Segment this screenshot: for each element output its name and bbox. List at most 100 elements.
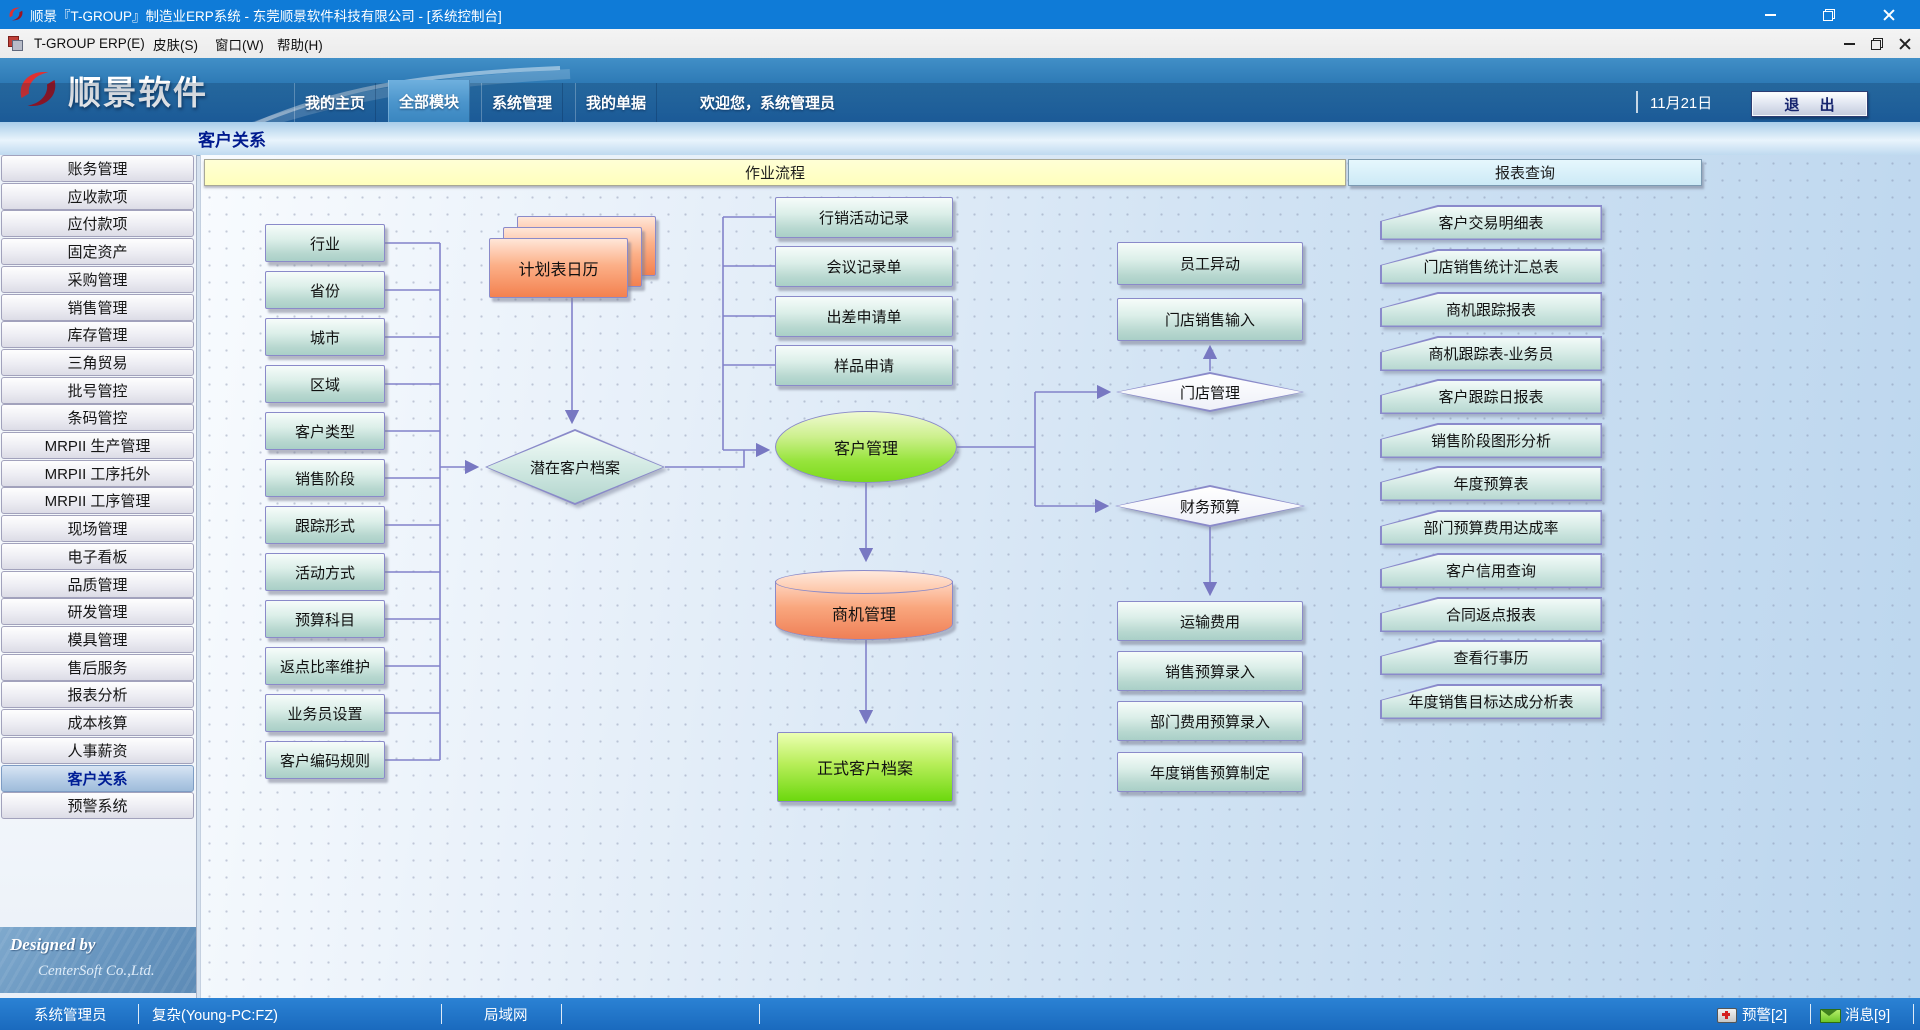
flow-node-store[interactable]: 门店销售输入 [1117,298,1303,341]
window-titlebar: 顺景『T-GROUP』制造业ERP系统 - 东莞顺景软件科技有限公司 - [系统… [0,0,1920,29]
flow-node-customer-management[interactable]: 客户管理 [775,411,957,483]
flow-node-config[interactable]: 客户编码规则 [265,741,385,779]
flow-node-activity[interactable]: 会议记录单 [775,246,953,287]
tab-my-documents[interactable]: 我的单据 [575,83,657,122]
report-item-label: 年度销售目标达成分析表 [1382,686,1601,718]
status-divider [441,1004,442,1024]
menu-help[interactable]: 帮助(H) [273,29,327,58]
flow-node-config[interactable]: 客户类型 [265,412,385,450]
flow-node-formal-customer[interactable]: 正式客户档案 [777,732,953,802]
flow-node-config[interactable]: 活动方式 [265,553,385,591]
exit-button[interactable]: 退 出 [1751,91,1868,117]
sidebar-item-2[interactable]: 应收款项 [1,183,194,210]
flow-node-config[interactable]: 行业 [265,224,385,262]
report-item-label: 客户跟踪日报表 [1382,381,1601,413]
sidebar-item-6[interactable]: 销售管理 [1,294,194,321]
status-divider [1810,1004,1811,1024]
module-title: 客户关系 [198,122,266,155]
menu-window[interactable]: 窗口(W) [211,29,268,58]
report-item-2[interactable]: 门店销售统计汇总表 [1380,249,1602,284]
tab-all-modules[interactable]: 全部模块 [388,80,470,122]
report-item-3[interactable]: 商机跟踪报表 [1380,292,1602,327]
module-subheader: 客户关系 [0,122,1920,156]
flow-node-opportunity[interactable]: 商机管理 [775,570,953,640]
report-item-label: 年度预算表 [1382,468,1601,500]
report-item-1[interactable]: 客户交易明细表 [1380,205,1602,240]
flow-node-config[interactable]: 销售阶段 [265,459,385,497]
sidebar-item-20[interactable]: 报表分析 [1,681,194,708]
report-item-label: 销售阶段图形分析 [1382,425,1601,457]
flow-node-config[interactable]: 城市 [265,318,385,356]
sidebar-item-13[interactable]: MRPII 工序管理 [1,487,194,514]
flow-node-store[interactable]: 员工异动 [1117,242,1303,285]
flow-node-config[interactable]: 业务员设置 [265,694,385,732]
sidebar-item-23[interactable]: 客户关系 [1,765,194,792]
sidebar-item-14[interactable]: 现场管理 [1,515,194,542]
flow-node-config[interactable]: 返点比率维护 [265,647,385,685]
flow-node-activity[interactable]: 出差申请单 [775,296,953,337]
flow-node-finance-budget-label: 财务预算 [1117,487,1303,525]
mdi-restore-button[interactable] [1864,32,1890,55]
report-item-6[interactable]: 销售阶段图形分析 [1380,423,1602,458]
report-item-8[interactable]: 部门预算费用达成率 [1380,510,1602,545]
flow-node-budget[interactable]: 年度销售预算制定 [1117,752,1303,792]
sidebar-item-12[interactable]: MRPII 工序托外 [1,460,194,487]
sidebar-item-22[interactable]: 人事薪资 [1,737,194,764]
window-restore-button[interactable] [1806,0,1852,29]
sidebar-item-1[interactable]: 账务管理 [1,155,194,182]
flow-node-budget[interactable]: 运输费用 [1117,601,1303,641]
sidebar-item-7[interactable]: 库存管理 [1,321,194,348]
sidebar-item-15[interactable]: 电子看板 [1,543,194,570]
sidebar-item-4[interactable]: 固定资产 [1,238,194,265]
flow-node-config[interactable]: 省份 [265,271,385,309]
window-close-button[interactable] [1866,0,1912,29]
mdi-minimize-button[interactable] [1836,32,1862,55]
report-item-5[interactable]: 客户跟踪日报表 [1380,379,1602,414]
current-date: 11月21日 [1650,83,1712,122]
flow-node-budget[interactable]: 销售预算录入 [1117,651,1303,691]
minimize-icon [1765,14,1776,16]
report-item-7[interactable]: 年度预算表 [1380,466,1602,501]
report-item-10[interactable]: 合同返点报表 [1380,597,1602,632]
tab-system-management[interactable]: 系统管理 [481,83,563,122]
sidebar-item-18[interactable]: 模具管理 [1,626,194,653]
sidebar-item-10[interactable]: 条码管控 [1,404,194,431]
report-item-12[interactable]: 年度销售目标达成分析表 [1380,684,1602,719]
main-header: 顺景软件 我的主页 全部模块 系统管理 我的单据 欢迎您，系统管理员 11月21… [0,58,1920,122]
report-item-9[interactable]: 客户信用查询 [1380,553,1602,588]
tab-my-home[interactable]: 我的主页 [294,83,376,122]
flow-node-config[interactable]: 区域 [265,365,385,403]
flow-node-activity[interactable]: 行销活动记录 [775,197,953,238]
restore-icon [1823,9,1835,21]
mdi-close-button[interactable] [1892,32,1918,55]
report-item-11[interactable]: 查看行事历 [1380,640,1602,675]
erp-application-window: 顺景『T-GROUP』制造业ERP系统 - 东莞顺景软件科技有限公司 - [系统… [0,0,1920,1030]
sidebar-item-5[interactable]: 采购管理 [1,266,194,293]
flow-node-calendar[interactable]: 计划表日历 [489,238,628,298]
menu-tgroup-erp[interactable]: T-GROUP ERP(E) [30,29,149,58]
sidebar-item-17[interactable]: 研发管理 [1,598,194,625]
status-divider [561,1004,562,1024]
flow-node-config[interactable]: 跟踪形式 [265,506,385,544]
flow-node-budget[interactable]: 部门费用预算录入 [1117,701,1303,741]
sidebar-item-11[interactable]: MRPII 生产管理 [1,432,194,459]
flow-node-activity[interactable]: 样品申请 [775,345,953,386]
sidebar-item-16[interactable]: 品质管理 [1,571,194,598]
sidebar-item-9[interactable]: 批号管控 [1,377,194,404]
report-item-label: 门店销售统计汇总表 [1382,251,1601,283]
sidebar-item-21[interactable]: 成本核算 [1,709,194,736]
sidebar-item-19[interactable]: 售后服务 [1,654,194,681]
flow-node-finance-budget[interactable]: 财务预算 [1115,485,1305,527]
sidebar-item-3[interactable]: 应付款项 [1,210,194,237]
sidebar-item-24[interactable]: 预警系统 [1,792,194,819]
sidebar-item-8[interactable]: 三角贸易 [1,349,194,376]
report-item-4[interactable]: 商机跟踪表-业务员 [1380,336,1602,371]
window-minimize-button[interactable] [1747,0,1793,29]
flow-node-store-management[interactable]: 门店管理 [1116,372,1304,412]
status-alerts[interactable]: 预警[2] [1742,998,1787,1030]
app-logo-icon [7,5,25,23]
flow-node-potential-customer[interactable]: 潜在客户档案 [485,429,665,505]
menu-skin[interactable]: 皮肤(S) [149,29,202,58]
flow-node-config[interactable]: 预算科目 [265,600,385,638]
status-messages[interactable]: 消息[9] [1845,998,1890,1030]
